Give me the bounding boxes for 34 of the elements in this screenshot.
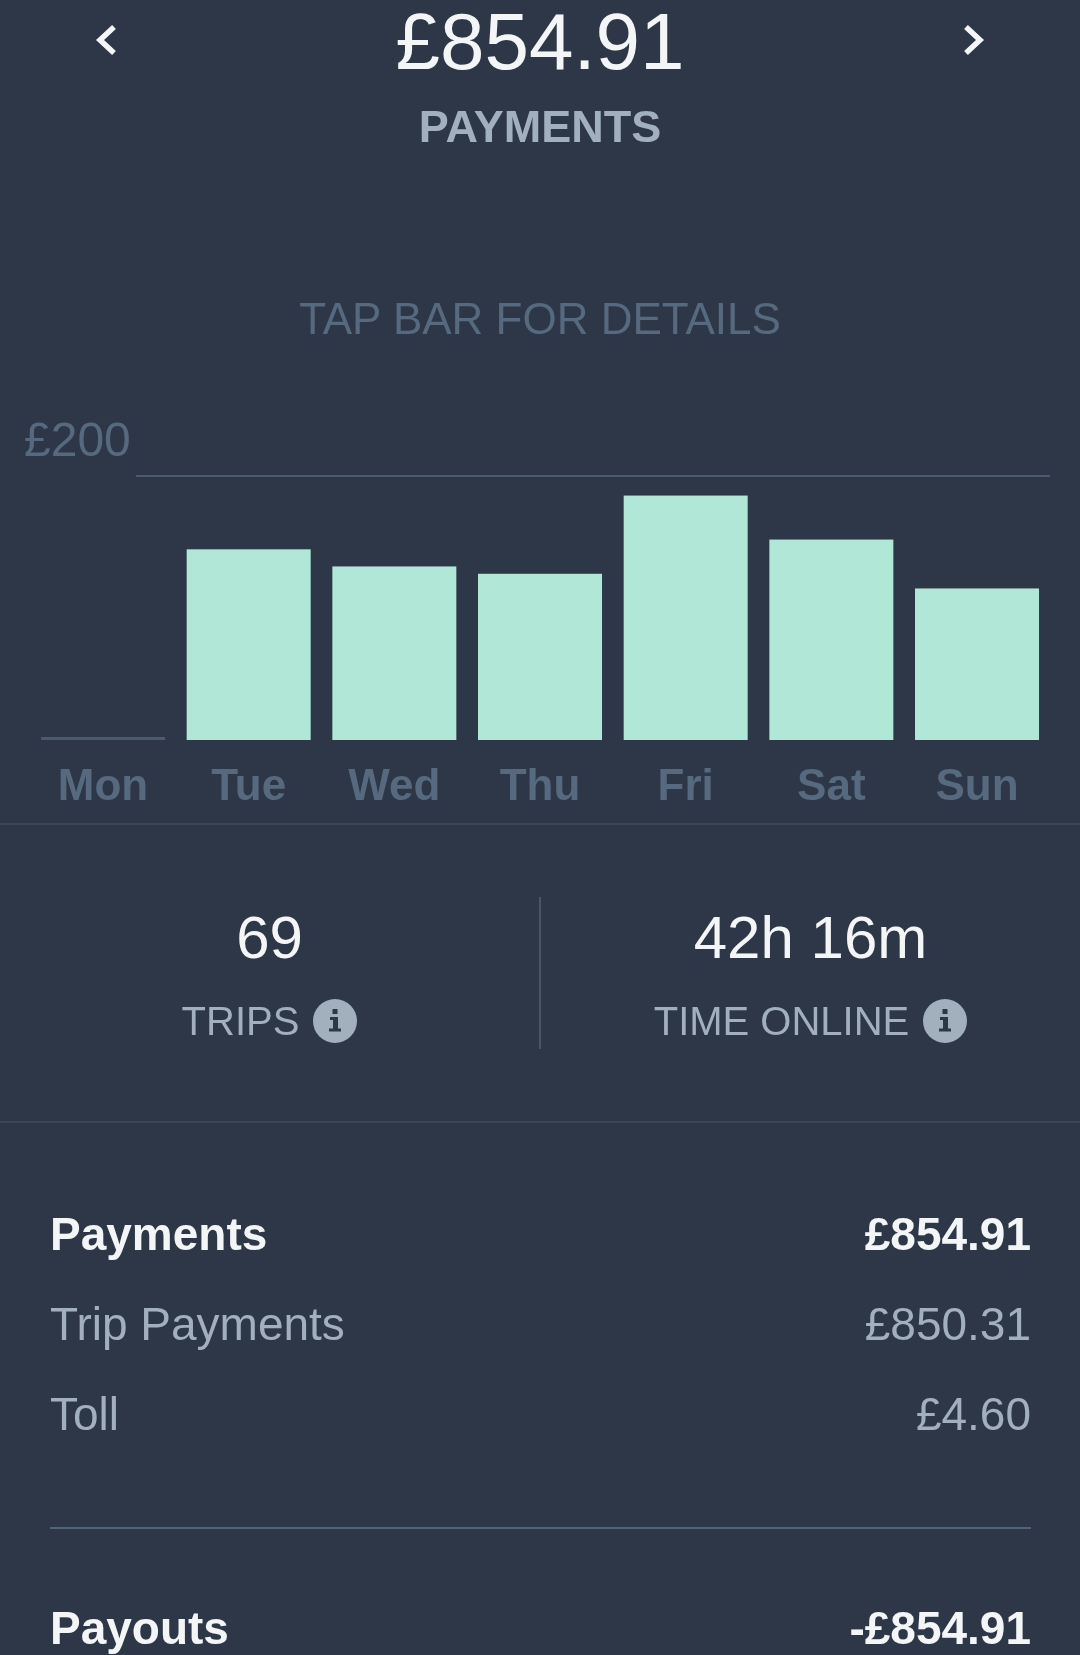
total-amount: £854.91: [395, 2, 685, 82]
chevron-right-icon[interactable]: [962, 24, 985, 56]
section-amount: £854.91: [864, 1207, 1031, 1262]
day-label: Mon: [57, 760, 149, 809]
stat-value: 69: [236, 908, 303, 968]
day-label: Wed: [348, 760, 441, 809]
line-item-amount: £4.60: [915, 1387, 1031, 1442]
bar[interactable]: [623, 495, 748, 740]
bar[interactable]: [915, 588, 1039, 740]
bar[interactable]: [769, 539, 894, 740]
bar[interactable]: [41, 737, 165, 740]
section-title: Payouts: [50, 1602, 229, 1655]
day-label: Thu: [499, 760, 581, 809]
bar[interactable]: [186, 549, 311, 740]
bar[interactable]: [478, 573, 602, 740]
info-icon[interactable]: [313, 999, 358, 1043]
chevron-left-icon[interactable]: [95, 24, 118, 56]
day-label: Sat: [797, 760, 866, 809]
bar[interactable]: [332, 566, 457, 740]
day-label: Sun: [935, 760, 1019, 809]
stat-label: TIME ONLINE: [653, 999, 910, 1043]
stat-value: 42h 16m: [693, 908, 928, 968]
section-amount: -£854.91: [849, 1602, 1031, 1655]
info-icon[interactable]: [923, 999, 968, 1043]
line-item-label: Trip Payments: [50, 1297, 345, 1352]
stat-label: TRIPS: [181, 999, 300, 1043]
day-label: Tue: [211, 760, 287, 809]
line-item-label: Toll: [50, 1387, 120, 1442]
axis-tick-label: £200: [24, 413, 131, 466]
day-label: Fri: [657, 760, 714, 809]
line-item-amount: £850.31: [864, 1297, 1031, 1352]
amount-label: PAYMENTS: [418, 100, 662, 154]
section-title: Payments: [50, 1207, 268, 1262]
chart-hint: TAP BAR FOR DETAILS: [299, 293, 781, 345]
